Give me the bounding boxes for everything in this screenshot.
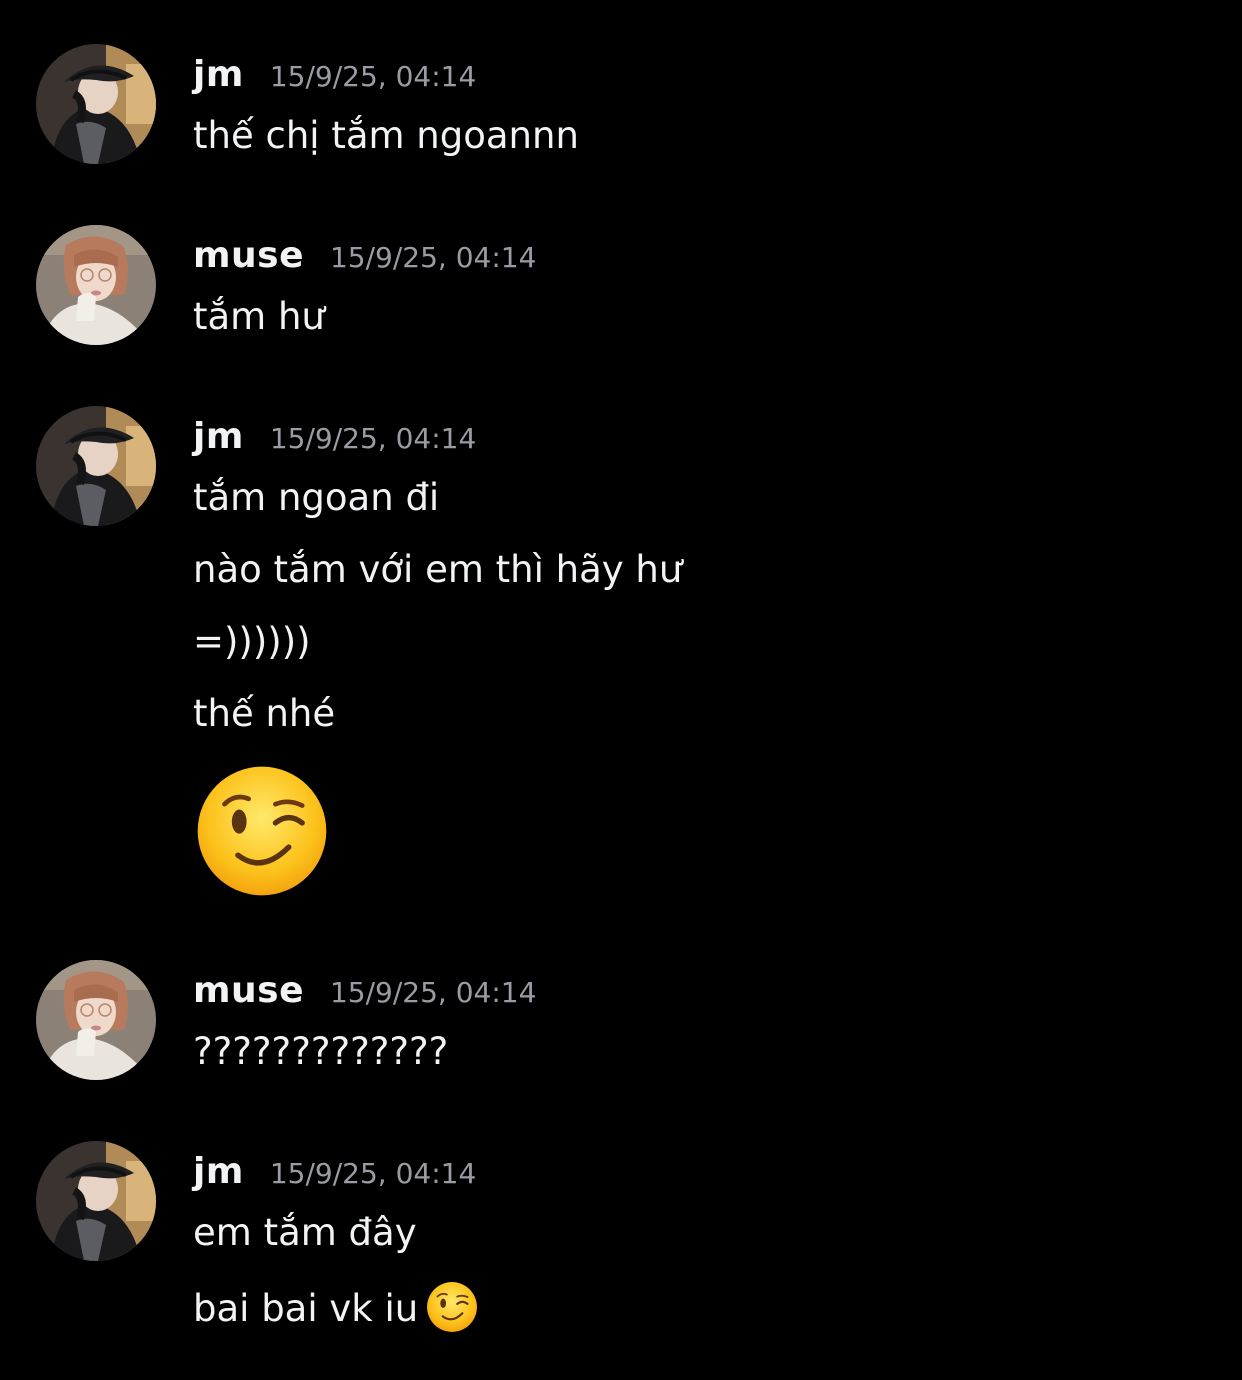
username[interactable]: jm xyxy=(193,416,244,457)
username[interactable]: muse xyxy=(193,970,304,1011)
message-line: tắm hư xyxy=(193,295,325,338)
avatar[interactable] xyxy=(36,960,156,1080)
message-line: nào tắm với em thì hãy hư xyxy=(193,548,683,591)
avatar[interactable] xyxy=(36,1141,156,1261)
message-header: muse 15/9/25, 04:14 xyxy=(193,970,536,1020)
timestamp: 15/9/25, 04:14 xyxy=(329,241,537,274)
message-text: bai bai vk iu xyxy=(193,1287,419,1330)
message-line: thế nhé xyxy=(193,692,336,735)
avatar-jm-image xyxy=(36,406,156,526)
username[interactable]: jm xyxy=(193,1151,244,1192)
avatar[interactable] xyxy=(36,406,156,526)
winking-face-emoji-icon xyxy=(195,764,329,898)
avatar-jm-image xyxy=(36,44,156,164)
timestamp: 15/9/25, 04:14 xyxy=(329,976,537,1009)
message-header: jm 15/9/25, 04:14 xyxy=(193,1151,476,1201)
avatar[interactable] xyxy=(36,44,156,164)
message-header: muse 15/9/25, 04:14 xyxy=(193,235,536,285)
avatar[interactable] xyxy=(36,225,156,345)
winking-face-emoji-icon xyxy=(426,1281,478,1333)
username[interactable]: muse xyxy=(193,235,304,276)
message-header: jm 15/9/25, 04:14 xyxy=(193,54,476,104)
username[interactable]: jm xyxy=(193,54,244,95)
message-line: thế chị tắm ngoannn xyxy=(193,114,579,157)
timestamp: 15/9/25, 04:14 xyxy=(269,422,477,455)
message-line: ????????????? xyxy=(193,1030,449,1073)
avatar-muse-image xyxy=(36,960,156,1080)
avatar-muse-image xyxy=(36,225,156,345)
timestamp: 15/9/25, 04:14 xyxy=(269,1157,477,1190)
message-line: tắm ngoan đi xyxy=(193,476,440,519)
message-line: =)))))) xyxy=(193,620,311,663)
message-line: em tắm đây xyxy=(193,1211,417,1254)
avatar-jm-image xyxy=(36,1141,156,1261)
message-header: jm 15/9/25, 04:14 xyxy=(193,416,476,466)
timestamp: 15/9/25, 04:14 xyxy=(269,60,477,93)
message-line-with-emoji: bai bai vk iu xyxy=(193,1281,478,1333)
